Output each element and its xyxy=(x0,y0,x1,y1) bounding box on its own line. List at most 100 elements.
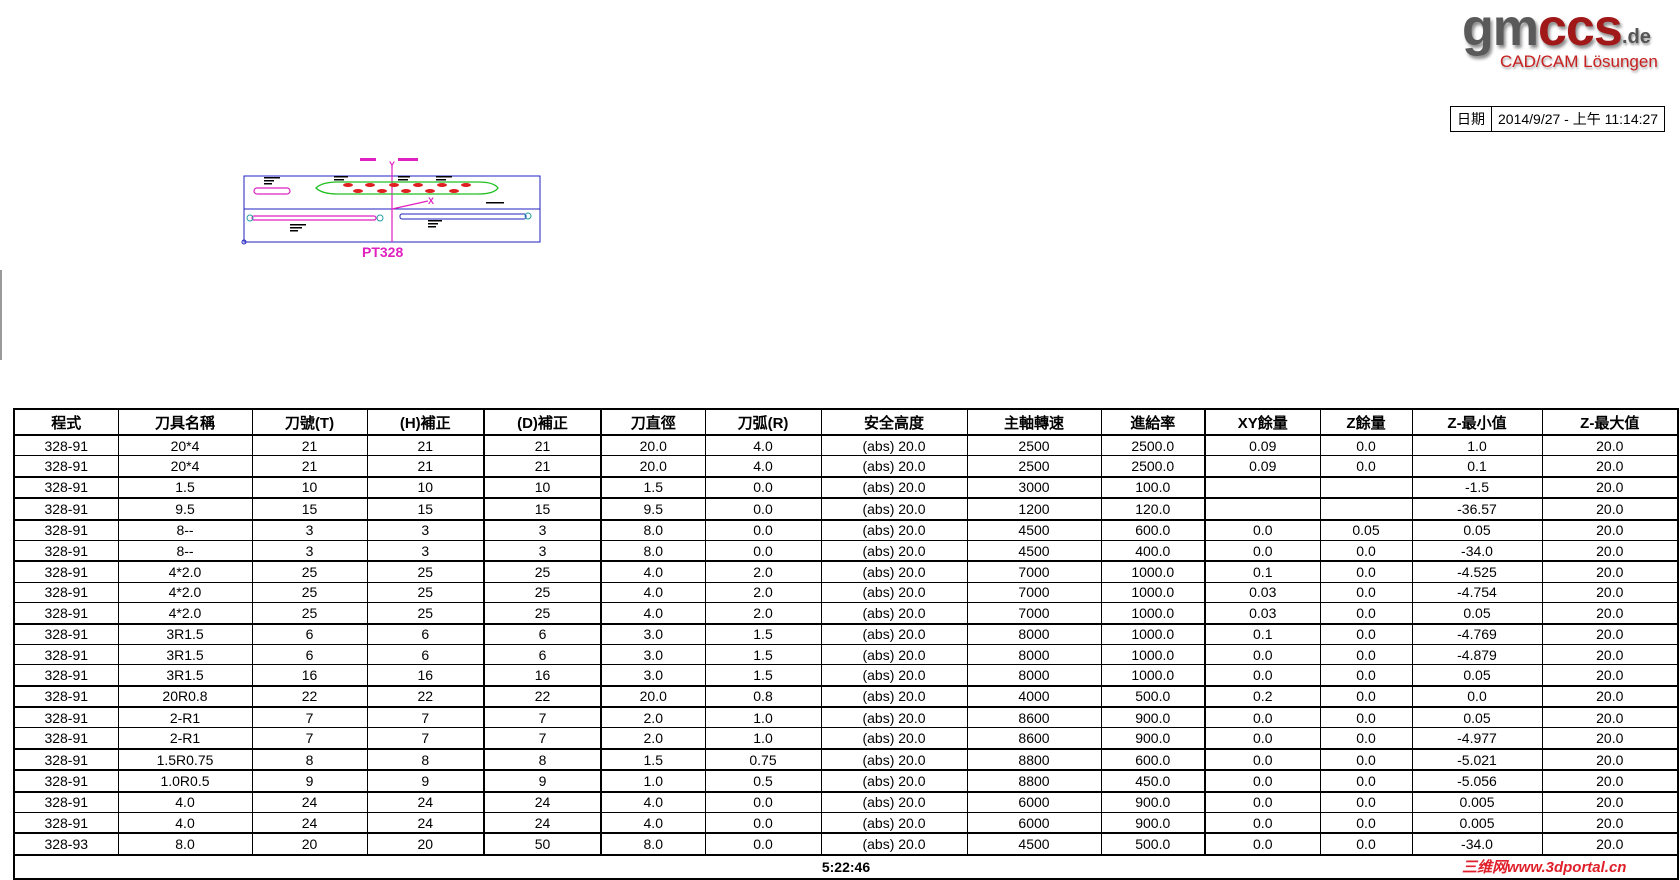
table-cell: 0.0 xyxy=(1411,684,1543,708)
table-cell: 328-93 xyxy=(13,832,119,856)
table-cell: -4.879 xyxy=(1411,643,1543,666)
table-cell: 4*2.0 xyxy=(117,602,253,625)
table-cell: 21 xyxy=(483,455,602,478)
table-cell: 0.09 xyxy=(1204,434,1321,457)
table-cell: 0.0 xyxy=(1319,684,1413,708)
table-cell: 20.0 xyxy=(1541,832,1679,856)
table-cell: 9 xyxy=(483,769,602,793)
table-cell: 328-91 xyxy=(13,643,119,666)
table-cell: 328-91 xyxy=(13,622,119,645)
table-cell: -5.056 xyxy=(1411,769,1543,793)
table-cell: (abs) 20.0 xyxy=(820,518,968,541)
table-cell: 3 xyxy=(483,539,602,562)
table-cell: 25 xyxy=(251,560,368,583)
table-cell: 20*4 xyxy=(117,455,253,478)
table-cell: 3 xyxy=(366,539,485,562)
table-cell: 0.05 xyxy=(1319,518,1413,541)
table-cell: 0.0 xyxy=(1319,706,1413,729)
table-cell: 8000 xyxy=(966,622,1102,645)
table-cell: 20R0.8 xyxy=(117,684,253,708)
table-cell: 3R1.5 xyxy=(117,643,253,666)
table-cell: 8800 xyxy=(966,747,1102,771)
column-header: 進給率 xyxy=(1100,408,1206,436)
table-row: 328-91 9.5 15 15 15 9.5 0.0 (abs) 20.0 1200 120.0… xyxy=(13,497,1679,521)
table-cell: 20.0 xyxy=(1541,475,1679,499)
table-cell: 8000 xyxy=(966,664,1102,687)
table-cell: 6000 xyxy=(966,790,1102,814)
table-cell: 0.0 xyxy=(1319,727,1413,750)
logo-wordmark: gmccs xyxy=(1462,0,1623,57)
table-cell: 21 xyxy=(483,434,602,457)
table-cell: -1.5 xyxy=(1411,475,1543,499)
table-cell: 2500 xyxy=(966,455,1102,478)
table-cell: 0.0 xyxy=(1204,664,1321,687)
table-cell: 6 xyxy=(366,643,485,666)
table-cell: 16 xyxy=(483,664,602,687)
table-cell: 328-91 xyxy=(13,560,119,583)
table-cell: (abs) 20.0 xyxy=(820,581,968,604)
table-cell: 15 xyxy=(251,497,368,521)
table-cell: 450.0 xyxy=(1100,769,1206,793)
axis-x-label: X xyxy=(428,196,434,206)
table-cell: 4.0 xyxy=(117,812,253,834)
table-cell: 16 xyxy=(366,664,485,687)
table-cell: 25 xyxy=(483,560,602,583)
table-cell: 600.0 xyxy=(1100,518,1206,541)
table-cell: 2.0 xyxy=(704,560,822,583)
table-cell: (abs) 20.0 xyxy=(820,684,968,708)
table-cell: 7000 xyxy=(966,560,1102,583)
table-cell: 7 xyxy=(366,706,485,729)
table-cell: 1000.0 xyxy=(1100,581,1206,604)
table-cell: 0.0 xyxy=(704,475,822,499)
table-cell: 24 xyxy=(366,790,485,814)
table-cell: 0.03 xyxy=(1204,581,1321,604)
table-cell: 0.0 xyxy=(1204,539,1321,562)
table-cell: (abs) 20.0 xyxy=(820,539,968,562)
table-cell: 0.5 xyxy=(704,769,822,793)
table-cell: 25 xyxy=(483,602,602,625)
table-row: 328-91 3R1.5 6 6 6 3.0 1.5 (abs) 20.0 8000 1000.0… xyxy=(13,622,1679,645)
table-cell: 24 xyxy=(251,812,368,834)
table-cell: 0.75 xyxy=(704,747,822,771)
table-cell: 4500 xyxy=(966,518,1102,541)
column-header: Z-最小值 xyxy=(1411,408,1543,436)
table-cell: 8000 xyxy=(966,643,1102,666)
table-cell: (abs) 20.0 xyxy=(820,747,968,771)
table-cell: (abs) 20.0 xyxy=(820,727,968,750)
table-cell: 1.0 xyxy=(704,706,822,729)
table-cell: 21 xyxy=(251,455,368,478)
table-cell: 1.5 xyxy=(600,475,706,499)
table-cell: 20.0 xyxy=(1541,643,1679,666)
table-cell: 25 xyxy=(483,581,602,604)
table-cell: 7000 xyxy=(966,581,1102,604)
table-cell: 0.0 xyxy=(1204,812,1321,834)
table-cell: 16 xyxy=(251,664,368,687)
table-row: 328-91 20R0.8 22 22 22 20.0 0.8 (abs) 20.0 4000 5… xyxy=(13,684,1679,708)
table-cell: 0.0 xyxy=(1204,518,1321,541)
table-cell: 6 xyxy=(483,622,602,645)
date-label: 日期 xyxy=(1451,107,1492,131)
table-cell: (abs) 20.0 xyxy=(820,790,968,814)
table-cell xyxy=(1204,497,1321,521)
table-cell: 328-91 xyxy=(13,434,119,457)
table-row: 328-91 2-R1 7 7 7 2.0 1.0 (abs) 20.0 8600 900.0 0.… xyxy=(13,706,1679,729)
table-cell: 2500.0 xyxy=(1100,434,1206,457)
table-cell: 0.1 xyxy=(1411,455,1543,478)
table-cell: 20.0 xyxy=(1541,706,1679,729)
table-cell: 1.5 xyxy=(704,664,822,687)
table-cell: 500.0 xyxy=(1100,832,1206,856)
table-cell: 328-91 xyxy=(13,769,119,793)
table-cell: 4500 xyxy=(966,539,1102,562)
table-cell: 2500 xyxy=(966,434,1102,457)
part-drawing: Y X PT328 xyxy=(241,158,541,260)
table-cell: 328-91 xyxy=(13,602,119,625)
table-cell: 22 xyxy=(483,684,602,708)
table-cell: (abs) 20.0 xyxy=(820,434,968,457)
table-cell: 20.0 xyxy=(1541,518,1679,541)
table-row: 328-91 3R1.5 6 6 6 3.0 1.5 (abs) 20.0 8000 1000.0… xyxy=(13,643,1679,666)
table-cell: 1.0 xyxy=(1411,434,1543,457)
table-cell: 20*4 xyxy=(117,434,253,457)
table-cell: 20.0 xyxy=(1541,539,1679,562)
table-cell: (abs) 20.0 xyxy=(820,622,968,645)
table-cell: 3 xyxy=(251,539,368,562)
